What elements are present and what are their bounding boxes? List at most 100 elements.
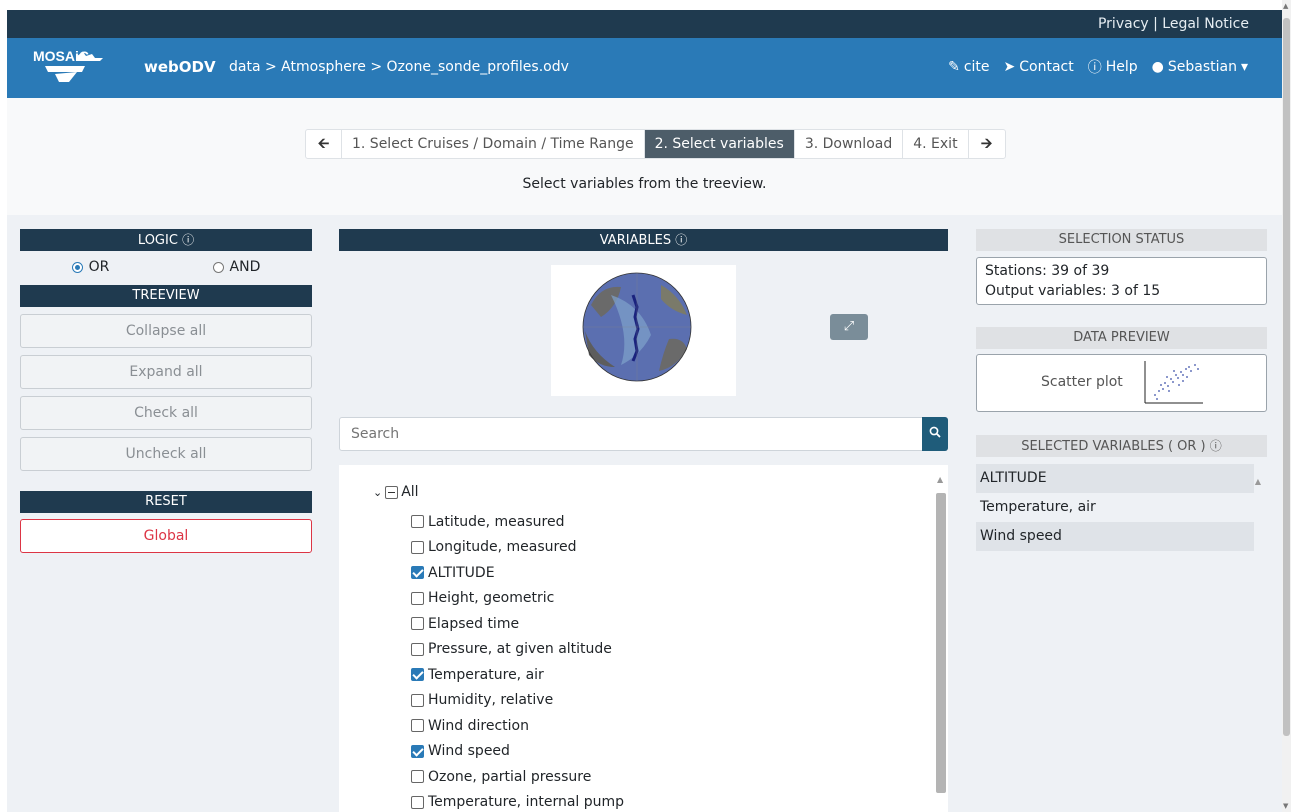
variable-checkbox[interactable] [411,770,424,784]
question-icon[interactable]: ⓘ [182,233,194,247]
search-icon [929,426,941,438]
variable-checkbox[interactable] [411,540,424,554]
scatter-plot-preview[interactable]: Scatter plot [976,354,1267,412]
variable-label: Longitude, measured [428,539,577,556]
tree-item[interactable]: Latitude, measured [411,509,624,535]
tree-item[interactable]: Longitude, measured [411,535,624,561]
variable-label: Wind direction [428,717,529,734]
reset-header: RESET [20,491,312,513]
edit-icon: ✎ [948,59,960,75]
variable-label: Height, geometric [428,590,555,607]
help-icon: ⓘ [1087,60,1102,76]
selection-status: Stations: 39 of 39 Output variables: 3 o… [976,257,1267,305]
treeview-header: TREEVIEW [20,285,312,307]
tree-item[interactable]: Pressure, at given altitude [411,637,624,663]
tree-root[interactable]: ⌄ All [373,484,419,500]
send-icon: ➤ [1003,59,1016,75]
search-button[interactable] [922,417,948,451]
scroll-up-icon[interactable]: ▲ [1255,477,1261,486]
question-icon[interactable]: ⓘ [675,233,687,247]
brand-name[interactable]: webODV [144,58,216,76]
scroll-down-icon[interactable]: ▼ [1283,802,1288,810]
variable-label: Temperature, internal pump [428,794,625,811]
variable-label: Humidity, relative [428,692,554,709]
help-link[interactable]: ⓘ Help [1088,57,1138,77]
user-menu[interactable]: ● Sebastian ▾ [1152,59,1248,75]
tree-item[interactable]: ALTITUDE [411,560,624,586]
nav-actions: ✎ cite ➤ Contact ⓘ Help ● Sebastian ▾ [948,57,1248,77]
selected-vars-list: ALTITUDE Temperature, air Wind speed [976,464,1267,551]
output-vars-count: Output variables: 3 of 15 [985,283,1161,299]
polar-map-image [582,272,692,382]
variable-label: Wind speed [428,743,510,760]
step-nav: 🡨 1. Select Cruises / Domain / Time Rang… [305,129,1006,159]
preview-label: Scatter plot [1041,374,1123,390]
radio-dot-icon [71,261,83,273]
variable-checkbox[interactable] [411,591,424,605]
variable-label: ALTITUDE [428,564,495,581]
variable-tree: ⌄ All Latitude, measured Longitude, measu… [339,465,948,812]
station-map[interactable] [551,265,736,396]
cite-link[interactable]: ✎ cite [948,59,989,75]
variable-checkbox[interactable] [411,744,424,758]
variable-checkbox[interactable] [411,566,424,580]
selected-var-item[interactable]: Temperature, air [976,493,1254,522]
variable-checkbox[interactable] [411,719,424,733]
expand-map-button[interactable]: ⤢ [830,314,868,340]
variable-checkbox[interactable] [411,795,424,809]
tree-item[interactable]: Wind speed [411,739,624,765]
user-icon: ● [1151,59,1164,75]
tree-item[interactable]: Elapsed time [411,611,624,637]
mosaic-logo[interactable]: MOSAiC [33,48,133,88]
variable-label: Elapsed time [428,615,520,632]
search-input[interactable] [340,418,920,450]
step-3[interactable]: 3. Download [795,130,904,158]
step-1[interactable]: 1. Select Cruises / Domain / Time Range [342,130,645,158]
scroll-thumb[interactable] [1283,18,1290,736]
variable-label: Pressure, at given altitude [428,641,612,658]
variable-checkbox[interactable] [411,693,424,707]
expand-all-button[interactable]: Expand all [20,355,312,389]
page-scrollbar[interactable]: ▲ ▼ [1282,0,1291,812]
selected-var-item[interactable]: Wind speed [976,522,1254,551]
chevron-down-icon[interactable]: ⌄ [373,486,382,499]
variable-label: Latitude, measured [428,513,565,530]
variable-checkbox[interactable] [411,642,424,656]
contact-link[interactable]: ➤ Contact [1004,59,1074,75]
next-step-button[interactable]: 🡪 [969,130,1005,158]
tree-item[interactable]: Humidity, relative [411,688,624,714]
variables-header: VARIABLES ⓘ [339,229,948,251]
variable-checkbox[interactable] [411,515,424,529]
tree-item[interactable]: Wind direction [411,713,624,739]
privacy-legal-links[interactable]: Privacy | Legal Notice [1098,16,1249,32]
tree-scrollbar[interactable] [936,493,946,793]
uncheck-all-button[interactable]: Uncheck all [20,437,312,471]
scroll-up-icon[interactable]: ▲ [937,475,943,484]
variable-checkbox[interactable] [411,668,424,682]
root-checkbox[interactable] [385,485,399,499]
radio-dot-icon [212,261,224,273]
step-4[interactable]: 4. Exit [903,130,969,158]
variable-checkbox[interactable] [411,617,424,631]
logic-and-radio[interactable]: AND [212,259,260,275]
steps-area: 🡨 1. Select Cruises / Domain / Time Rang… [7,98,1282,215]
collapse-all-button[interactable]: Collapse all [20,314,312,348]
logic-radio-group: OR AND [20,251,312,285]
scroll-up-icon[interactable]: ▲ [1283,2,1288,10]
question-icon[interactable]: ⓘ [1210,439,1222,453]
step-2[interactable]: 2. Select variables [644,130,795,158]
tree-item[interactable]: Height, geometric [411,586,624,612]
logic-or-radio[interactable]: OR [71,259,109,275]
tree-item[interactable]: Temperature, internal pump [411,790,624,812]
tree-item[interactable]: Temperature, air [411,662,624,688]
selection-status-header: SELECTION STATUS [976,229,1267,251]
check-all-button[interactable]: Check all [20,396,312,430]
variable-label: Temperature, air [428,666,544,683]
prev-step-button[interactable]: 🡨 [306,130,342,158]
scatter-plot-icon [1144,361,1203,404]
steps-hint: Select variables from the treeview. [522,176,767,192]
global-reset-button[interactable]: Global [20,519,312,553]
tree-item[interactable]: Ozone, partial pressure [411,764,624,790]
right-panel: SELECTION STATUS Stations: 39 of 39 Outp… [976,229,1267,551]
selected-var-item[interactable]: ALTITUDE [976,464,1254,493]
